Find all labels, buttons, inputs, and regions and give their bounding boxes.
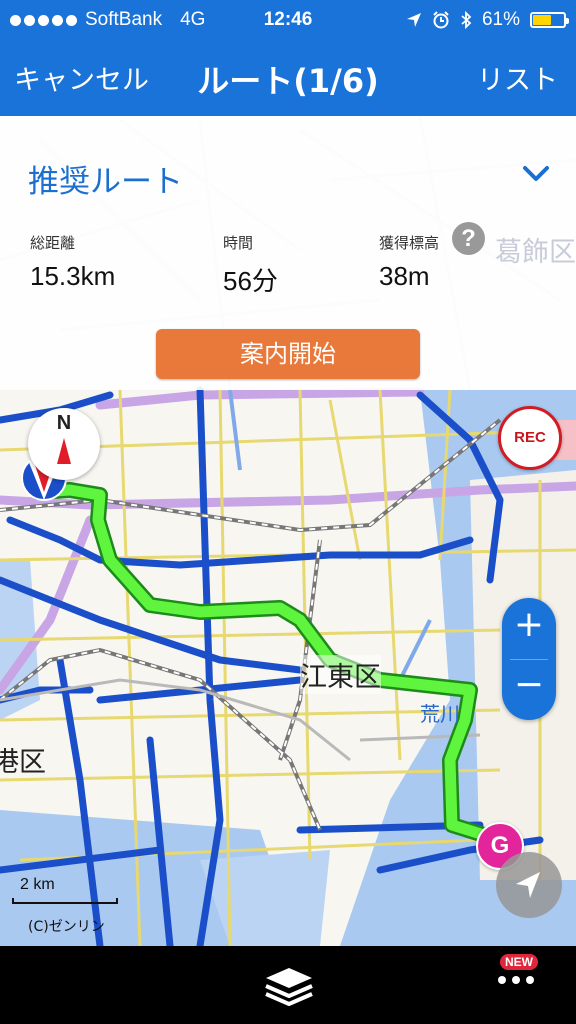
- route-name[interactable]: 推奨ルート: [28, 156, 183, 201]
- help-icon[interactable]: ?: [452, 222, 485, 255]
- rec-label: REC: [514, 429, 546, 446]
- chevron-down-icon[interactable]: [522, 164, 550, 184]
- scale-label: 2 km: [20, 876, 55, 893]
- zoom-in-button[interactable]: +: [502, 604, 556, 645]
- list-button[interactable]: リスト: [477, 58, 558, 97]
- stat-time: 時間 56分: [223, 232, 278, 298]
- navigation-bar: キャンセル ルート(1/6) リスト: [0, 40, 576, 116]
- new-badge: NEW: [500, 954, 538, 970]
- bottom-toolbar: NEW: [0, 946, 576, 1024]
- map-copyright: (C)ゼンリン: [28, 919, 105, 935]
- start-navigation-button[interactable]: 案内開始: [156, 329, 420, 379]
- location-arrow-icon: [406, 13, 421, 27]
- current-location-button[interactable]: [496, 852, 562, 918]
- bluetooth-icon: [461, 11, 472, 29]
- stat-distance: 総距離 15.3km: [30, 232, 115, 292]
- elevation-value: 38m: [379, 261, 430, 291]
- scale-bar: [12, 898, 118, 904]
- layers-icon[interactable]: [262, 964, 316, 1008]
- stat-elevation: 獲得標高 38m: [379, 232, 439, 292]
- compass-needle-icon: [57, 438, 71, 464]
- battery-icon: [530, 12, 569, 28]
- zoom-out-button[interactable]: −: [502, 664, 556, 705]
- time-value: 56分: [223, 266, 278, 296]
- battery-percent: 61%: [481, 9, 520, 30]
- route-summary-panel: 推奨ルート 総距離 15.3km 時間 56分 獲得標高 38m ? 案内開始: [0, 116, 576, 390]
- time-label: 時間: [223, 234, 254, 252]
- elevation-label: 獲得標高: [379, 234, 440, 252]
- distance-label: 総距離: [30, 234, 76, 252]
- zoom-divider: [510, 659, 548, 660]
- status-right: 61%: [406, 9, 569, 31]
- alarm-icon: [433, 11, 449, 29]
- location-arrow-icon: [516, 872, 540, 898]
- zoom-control: + −: [502, 598, 556, 720]
- compass-button[interactable]: N: [28, 408, 100, 480]
- more-dots-icon[interactable]: [498, 976, 534, 984]
- rec-button[interactable]: REC: [498, 406, 562, 470]
- status-bar: SoftBank 4G 12:46 61%: [0, 0, 576, 40]
- distance-value: 15.3km: [30, 261, 116, 291]
